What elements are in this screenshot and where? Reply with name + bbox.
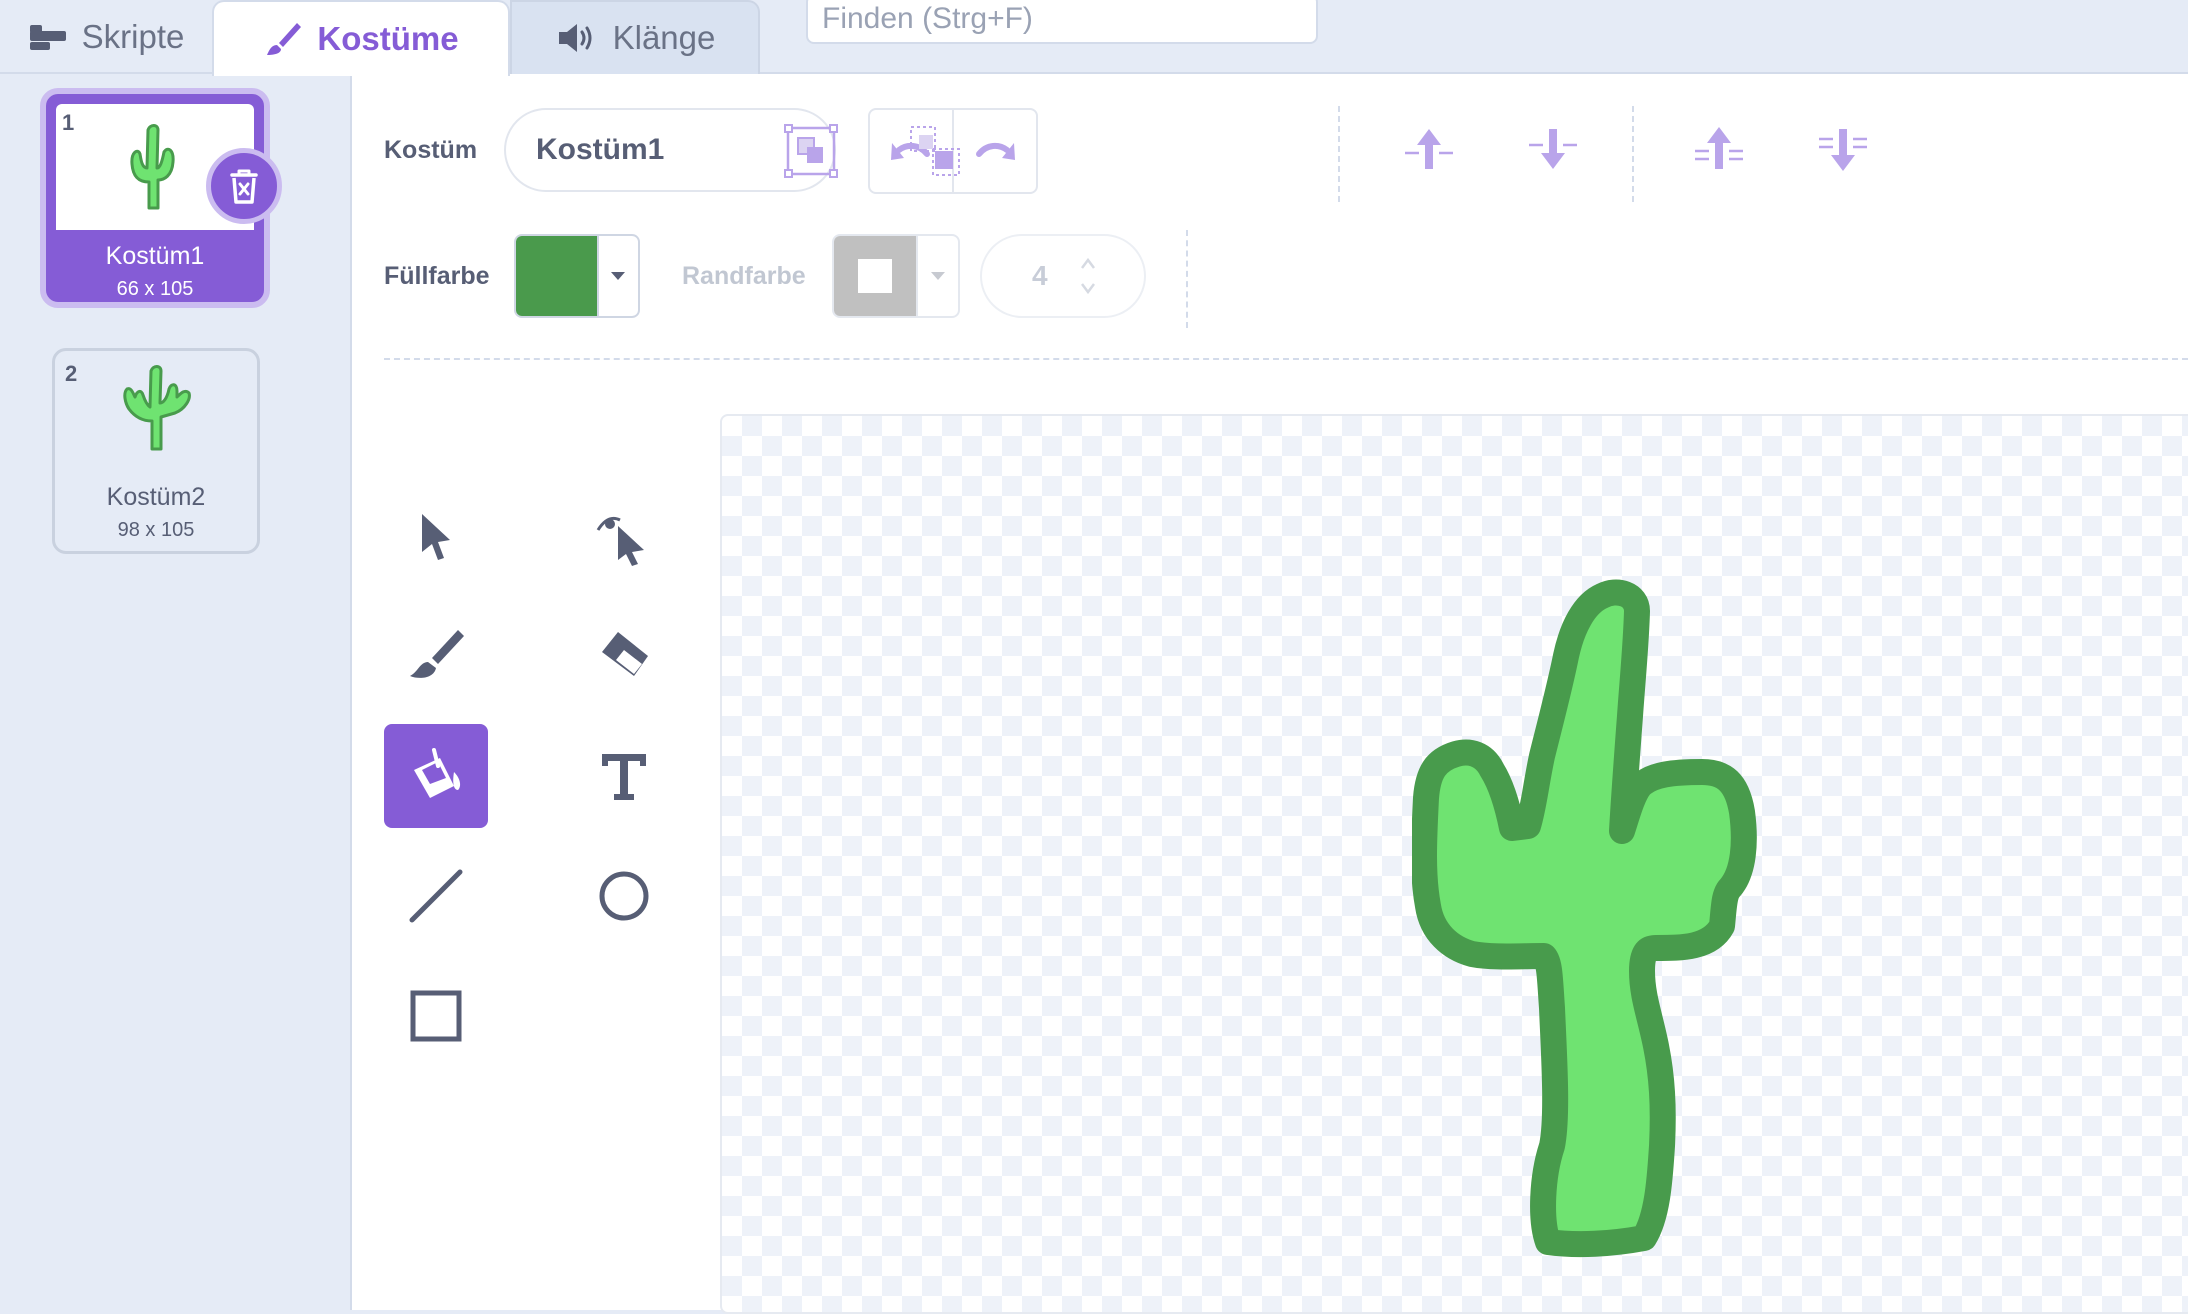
circle-icon [599, 871, 649, 921]
code-icon [29, 25, 66, 50]
tab-code[interactable]: Skripte [0, 0, 212, 74]
group-icon [784, 124, 838, 178]
text-tool[interactable] [572, 724, 676, 828]
toolbar-separator [1186, 230, 1188, 328]
editor-tabs: Skripte Kostüme Klänge [0, 0, 2188, 76]
forward-button[interactable] [1394, 114, 1464, 184]
costume-number: 1 [62, 110, 75, 135]
select-tool[interactable] [384, 484, 488, 588]
costume-name-label: Kostüm [384, 136, 478, 164]
front-icon [1695, 127, 1743, 169]
costume-list: 1 Kostüm1 66 x 105 2 Kostüm2 98 x 105 [0, 74, 352, 1310]
fill-tool[interactable] [384, 724, 488, 828]
reshape-tool[interactable] [572, 484, 676, 588]
outline-width-input[interactable]: 4 [980, 234, 1146, 318]
costume-thumbnail [123, 365, 191, 451]
costume-name: Kostüm1 [105, 242, 205, 270]
eraser-icon [602, 632, 648, 676]
rectangle-tool[interactable] [384, 964, 488, 1068]
fill-color-picker[interactable] [514, 234, 640, 318]
brush-tab-icon [267, 23, 302, 55]
paint-editor: Kostüm Kostüm1 Füllfarbe Randfarbe 4 [352, 74, 2188, 1314]
outline-color-picker[interactable] [832, 234, 960, 318]
tab-sounds-label: Klänge [612, 19, 716, 56]
group-button[interactable] [776, 116, 846, 186]
eraser-tool[interactable] [572, 604, 676, 708]
backward-icon [1529, 129, 1577, 169]
outline-color-label: Randfarbe [682, 262, 806, 290]
trash-icon [230, 169, 258, 204]
find-input[interactable] [806, 0, 1318, 44]
fill-color-label: Füllfarbe [384, 262, 490, 290]
back-button[interactable] [1808, 114, 1878, 184]
line-icon [409, 869, 463, 923]
toolbar-separator [1338, 106, 1340, 202]
select-icon [422, 514, 450, 560]
forward-icon [1405, 129, 1453, 169]
front-button[interactable] [1684, 114, 1754, 184]
tab-sounds[interactable]: Klänge [510, 0, 760, 74]
costume-number: 2 [65, 361, 78, 386]
outline-width-value: 4 [1032, 260, 1048, 291]
text-icon [602, 754, 646, 800]
redo-icon [976, 142, 1015, 160]
paint-canvas[interactable] [720, 414, 2188, 1314]
toolbar-separator [1632, 106, 1634, 202]
stepper-icon [1080, 257, 1095, 295]
reshape-icon [596, 516, 644, 566]
circle-tool[interactable] [572, 844, 676, 948]
back-icon [1819, 129, 1867, 171]
speaker-icon [558, 24, 592, 52]
chevron-down-icon [596, 236, 638, 316]
costume-size: 98 x 105 [117, 519, 195, 541]
fill-icon [414, 748, 461, 798]
tab-costumes-label: Kostüme [317, 20, 459, 57]
line-tool[interactable] [384, 844, 488, 948]
brush-tool[interactable] [384, 604, 488, 708]
fill-color-swatch [516, 236, 597, 316]
tab-costumes[interactable]: Kostüme [212, 0, 510, 76]
chevron-down-icon [916, 236, 958, 316]
toolbar-divider [384, 358, 2188, 360]
backward-button[interactable] [1518, 114, 1588, 184]
tab-code-label: Skripte [81, 18, 185, 55]
rectangle-icon [410, 990, 462, 1042]
costume-size: 66 x 105 [116, 278, 194, 300]
outline-color-swatch [834, 236, 916, 316]
ungroup-button[interactable] [900, 116, 970, 186]
cactus-costume-drawing[interactable] [1412, 576, 1852, 1276]
costume-name: Kostüm2 [106, 483, 206, 511]
costume-item-2[interactable]: 2 Kostüm2 98 x 105 [52, 348, 260, 554]
ungroup-icon [910, 126, 960, 176]
delete-costume-button[interactable] [206, 148, 282, 224]
brush-icon [410, 630, 464, 678]
